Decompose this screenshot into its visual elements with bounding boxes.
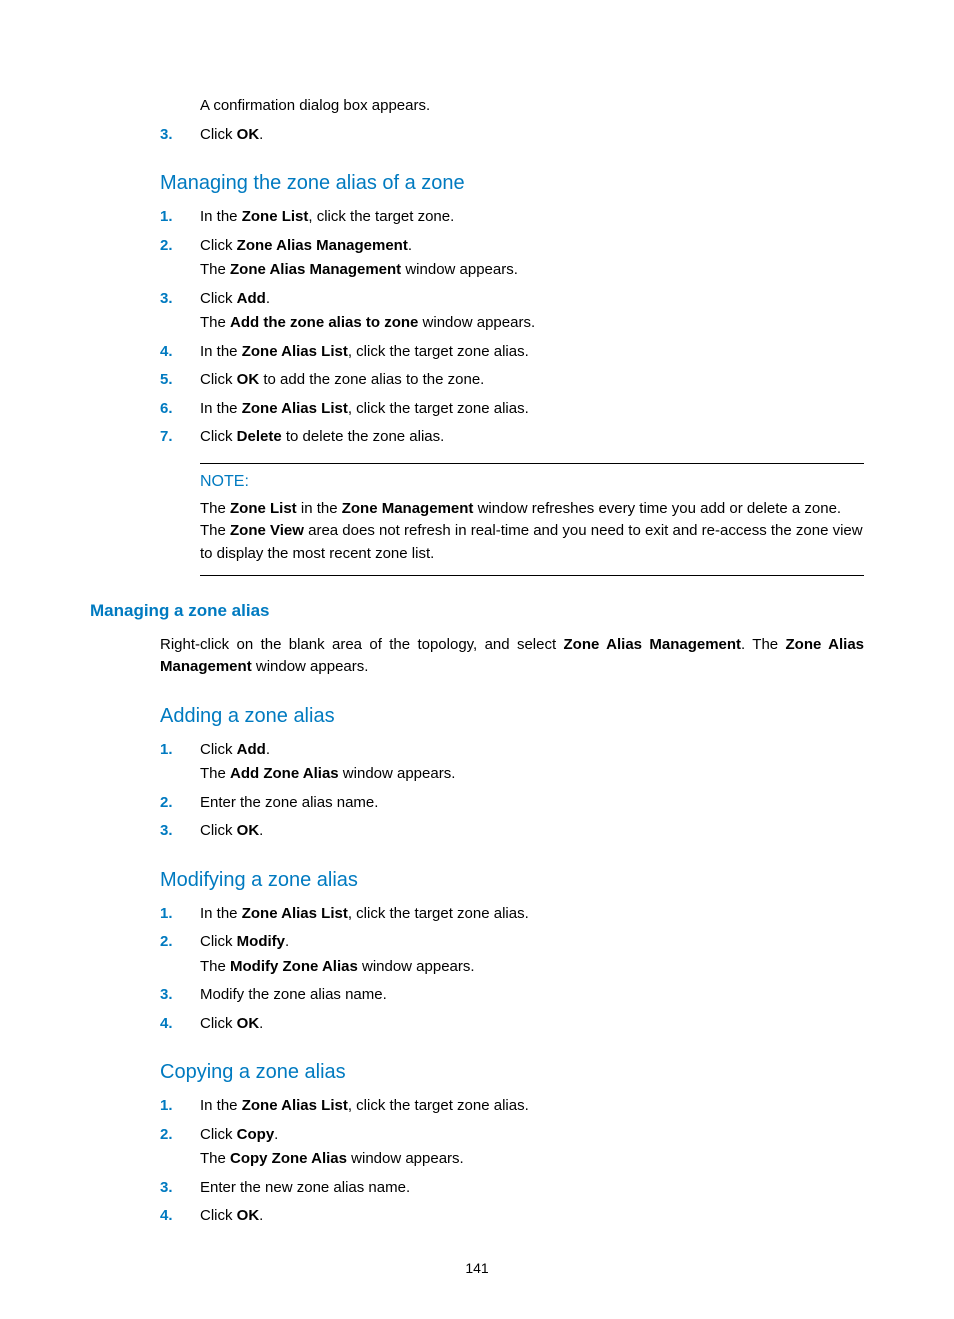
heading-managing-zone-alias-of-zone: Managing the zone alias of a zone bbox=[160, 168, 864, 198]
list-text: Click Delete to delete the zone alias. bbox=[200, 426, 864, 449]
list-number: 2. bbox=[160, 235, 200, 258]
list-text: Enter the new zone alias name. bbox=[200, 1177, 864, 1200]
list-number: 3. bbox=[160, 1177, 200, 1200]
list-number: 2. bbox=[160, 1124, 200, 1147]
list-text: Click Modify. bbox=[200, 931, 864, 954]
list-number: 2. bbox=[160, 792, 200, 815]
heading-copying-zone-alias: Copying a zone alias bbox=[160, 1057, 864, 1087]
list-item: 3. Click OK. bbox=[160, 124, 864, 147]
heading-modifying-zone-alias: Modifying a zone alias bbox=[160, 865, 864, 895]
note-body: The Zone List in the Zone Management win… bbox=[200, 498, 864, 566]
note-title: NOTE: bbox=[200, 470, 864, 494]
list-item: 1. In the Zone Alias List, click the tar… bbox=[160, 903, 864, 926]
list-item: 3. Click Add. bbox=[160, 288, 864, 311]
page-number: 141 bbox=[90, 1258, 864, 1279]
list-item: 3. Click OK. bbox=[160, 820, 864, 843]
list-number: 4. bbox=[160, 1205, 200, 1228]
list-item: 5. Click OK to add the zone alias to the… bbox=[160, 369, 864, 392]
list-text: Click OK. bbox=[200, 1205, 864, 1228]
list-item: 4. In the Zone Alias List, click the tar… bbox=[160, 341, 864, 364]
list-item: 3. Enter the new zone alias name. bbox=[160, 1177, 864, 1200]
heading-managing-zone-alias: Managing a zone alias bbox=[90, 598, 864, 624]
list-text: Click OK. bbox=[200, 1013, 864, 1036]
list-item: 4. Click OK. bbox=[160, 1013, 864, 1036]
list-number: 7. bbox=[160, 426, 200, 449]
list-number: 5. bbox=[160, 369, 200, 392]
list-text: Modify the zone alias name. bbox=[200, 984, 864, 1007]
list-item: 2. Click Copy. bbox=[160, 1124, 864, 1147]
list-text: Click OK. bbox=[200, 820, 864, 843]
list-text: In the Zone List, click the target zone. bbox=[200, 206, 864, 229]
list-text: Click OK to add the zone alias to the zo… bbox=[200, 369, 864, 392]
list-item: 6. In the Zone Alias List, click the tar… bbox=[160, 398, 864, 421]
sub-text: The Add Zone Alias window appears. bbox=[200, 763, 864, 786]
list-text: Enter the zone alias name. bbox=[200, 792, 864, 815]
list-number: 3. bbox=[160, 124, 200, 147]
list-item: 2. Enter the zone alias name. bbox=[160, 792, 864, 815]
list-text: Click Add. bbox=[200, 288, 864, 311]
list-number: 1. bbox=[160, 903, 200, 926]
sub-text: The Add the zone alias to zone window ap… bbox=[200, 312, 864, 335]
sub-text: The Copy Zone Alias window appears. bbox=[200, 1148, 864, 1171]
list-item: 1. In the Zone Alias List, click the tar… bbox=[160, 1095, 864, 1118]
list-number: 1. bbox=[160, 739, 200, 762]
list-item: 1. Click Add. bbox=[160, 739, 864, 762]
list-text: In the Zone Alias List, click the target… bbox=[200, 1095, 864, 1118]
list-item: 2. Click Zone Alias Management. bbox=[160, 235, 864, 258]
list-item: 2. Click Modify. bbox=[160, 931, 864, 954]
list-number: 3. bbox=[160, 288, 200, 311]
list-number: 1. bbox=[160, 1095, 200, 1118]
list-text: Click OK. bbox=[200, 124, 864, 147]
heading-adding-zone-alias: Adding a zone alias bbox=[160, 701, 864, 731]
list-number: 4. bbox=[160, 1013, 200, 1036]
list-item: 1. In the Zone List, click the target zo… bbox=[160, 206, 864, 229]
list-number: 6. bbox=[160, 398, 200, 421]
note-box: NOTE: The Zone List in the Zone Manageme… bbox=[200, 463, 864, 577]
list-text: In the Zone Alias List, click the target… bbox=[200, 903, 864, 926]
list-number: 1. bbox=[160, 206, 200, 229]
list-number: 3. bbox=[160, 820, 200, 843]
list-item: 4. Click OK. bbox=[160, 1205, 864, 1228]
list-text: In the Zone Alias List, click the target… bbox=[200, 341, 864, 364]
list-item: 3. Modify the zone alias name. bbox=[160, 984, 864, 1007]
list-number: 2. bbox=[160, 931, 200, 954]
list-number: 4. bbox=[160, 341, 200, 364]
list-text: In the Zone Alias List, click the target… bbox=[200, 398, 864, 421]
list-text: Click Add. bbox=[200, 739, 864, 762]
list-item: 7. Click Delete to delete the zone alias… bbox=[160, 426, 864, 449]
paragraph-text: Right-click on the blank area of the top… bbox=[160, 634, 864, 679]
sub-text: The Modify Zone Alias window appears. bbox=[200, 956, 864, 979]
sub-text: The Zone Alias Management window appears… bbox=[200, 259, 864, 282]
list-text: Click Copy. bbox=[200, 1124, 864, 1147]
paragraph-text: A confirmation dialog box appears. bbox=[200, 95, 864, 118]
page-container: A confirmation dialog box appears. 3. Cl… bbox=[0, 0, 954, 1319]
list-text: Click Zone Alias Management. bbox=[200, 235, 864, 258]
list-number: 3. bbox=[160, 984, 200, 1007]
